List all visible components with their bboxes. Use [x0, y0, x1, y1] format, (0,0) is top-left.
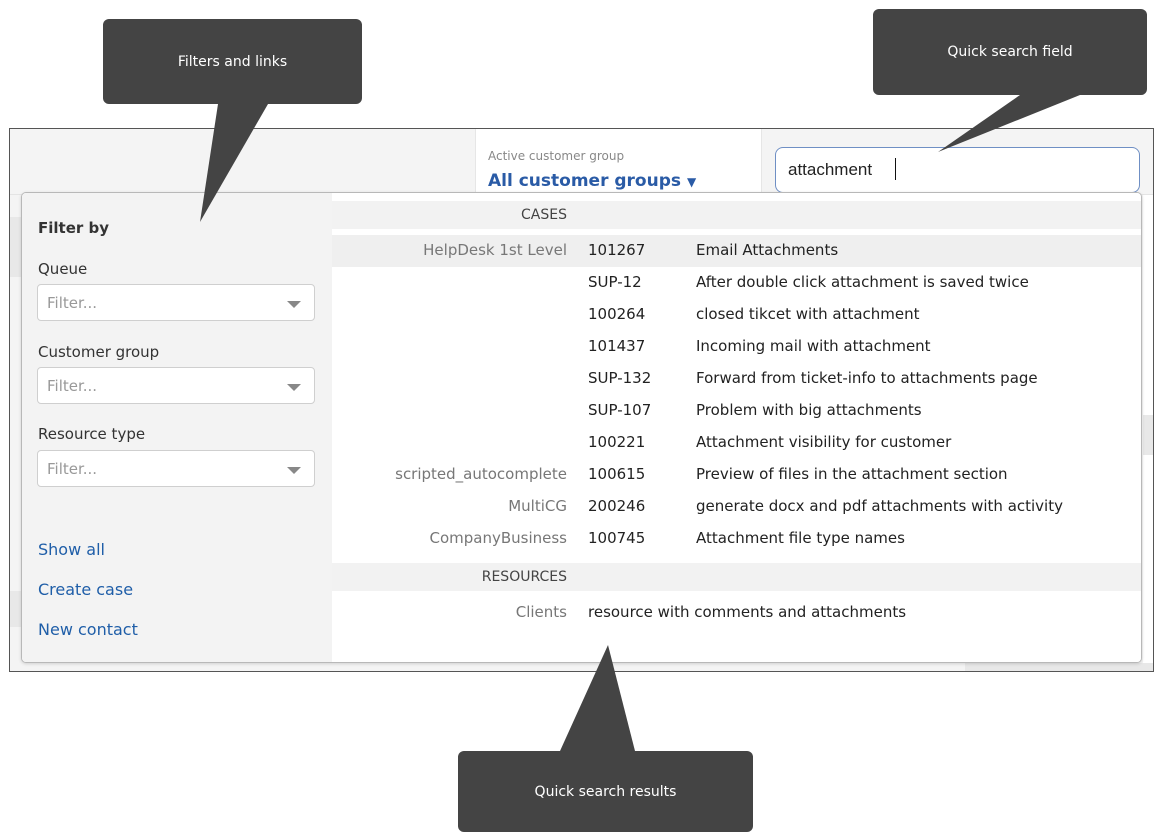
resources-section-header: RESOURCES	[332, 563, 1141, 591]
resources-header-label: RESOURCES	[481, 569, 567, 585]
result-title: Problem with big attachments	[696, 401, 922, 419]
resource-type-filter-select[interactable]: Filter...	[37, 450, 315, 487]
result-title: Email Attachments	[696, 241, 839, 259]
new-contact-link[interactable]: New contact	[38, 620, 138, 639]
result-row[interactable]: scripted_autocomplete 100615 Preview of …	[332, 459, 1141, 491]
filters-callout-text: Filters and links	[177, 53, 288, 70]
result-id: SUP-12	[588, 273, 642, 291]
resource-type-label: Resource type	[38, 425, 146, 443]
search-callout-text: Quick search field	[947, 44, 1073, 60]
chevron-down-icon[interactable]	[287, 467, 301, 474]
result-id: SUP-107	[588, 401, 652, 419]
chevron-down-icon[interactable]	[287, 384, 301, 391]
result-queue: MultiCG	[508, 497, 567, 515]
result-id: 100745	[588, 529, 646, 547]
result-id: SUP-132	[588, 369, 652, 387]
result-row[interactable]: SUP-132 Forward from ticket-info to atta…	[332, 363, 1141, 395]
result-title: Attachment visibility for customer	[696, 433, 952, 451]
result-row[interactable]: CompanyBusiness 100745 Attachment file t…	[332, 523, 1141, 555]
resource-type: Clients	[515, 603, 567, 621]
cases-header-label: CASES	[521, 207, 567, 223]
customer-group-selector[interactable]: Active customer group All customer group…	[475, 129, 762, 195]
chevron-down-icon[interactable]	[287, 301, 301, 308]
chevron-down-icon[interactable]: ▼	[687, 175, 696, 189]
text-cursor	[895, 158, 896, 180]
queue-label: Queue	[38, 260, 88, 278]
result-id: 100615	[588, 465, 646, 483]
result-title: closed tikcet with attachment	[696, 305, 920, 323]
result-id: 101437	[588, 337, 646, 355]
result-title: Attachment file type names	[696, 529, 905, 547]
customer-group-filter-select[interactable]: Filter...	[37, 367, 315, 404]
result-row[interactable]: 100264 closed tikcet with attachment	[332, 299, 1141, 331]
result-title: generate docx and pdf attachments with a…	[696, 497, 1063, 515]
customer-group-label: Active customer group	[488, 149, 625, 163]
resource-type-filter-placeholder: Filter...	[47, 460, 98, 478]
result-id: 101267	[588, 241, 646, 259]
result-queue: scripted_autocomplete	[395, 465, 567, 483]
customer-group-filter-placeholder: Filter...	[47, 377, 98, 395]
create-case-link[interactable]: Create case	[38, 580, 133, 599]
background-row	[965, 663, 1153, 671]
search-results: CASES HelpDesk 1st Level 101267 Email At…	[332, 193, 1141, 662]
filter-title: Filter by	[38, 219, 110, 237]
result-id: 200246	[588, 497, 646, 515]
result-queue: CompanyBusiness	[429, 529, 567, 547]
result-title: Forward from ticket-info to attachments …	[696, 369, 1038, 387]
result-row[interactable]: HelpDesk 1st Level 101267 Email Attachme…	[332, 235, 1141, 267]
filter-panel: Filter by Queue Filter... Customer group…	[22, 193, 332, 662]
result-row[interactable]: SUP-107 Problem with big attachments	[332, 395, 1141, 427]
result-title: After double click attachment is saved t…	[696, 273, 1029, 291]
queue-filter-select[interactable]: Filter...	[37, 284, 315, 321]
result-id: 100264	[588, 305, 646, 323]
customer-group-value[interactable]: All customer groups ▼	[488, 171, 696, 191]
show-all-link[interactable]: Show all	[38, 540, 105, 559]
results-callout: Quick search results	[458, 751, 753, 832]
customer-group-filter-label: Customer group	[38, 343, 160, 361]
search-callout: Quick search field	[873, 9, 1147, 95]
result-queue: HelpDesk 1st Level	[423, 241, 567, 259]
quick-search-input[interactable]	[775, 147, 1140, 193]
result-row[interactable]: SUP-12 After double click attachment is …	[332, 267, 1141, 299]
filters-callout: Filters and links	[103, 19, 362, 104]
results-callout-text: Quick search results	[534, 783, 677, 800]
quick-search-popup: Filter by Queue Filter... Customer group…	[21, 192, 1142, 663]
result-title: Preview of files in the attachment secti…	[696, 465, 1008, 483]
customer-group-value-text: All customer groups	[488, 171, 682, 191]
result-id: 100221	[588, 433, 646, 451]
cases-section-header: CASES	[332, 201, 1141, 229]
resource-row[interactable]: Clients resource with comments and attac…	[332, 597, 1141, 629]
background-row	[1143, 415, 1153, 455]
result-title: Incoming mail with attachment	[696, 337, 931, 355]
resource-title: resource with comments and attachments	[588, 603, 907, 621]
app-window: Active customer group All customer group…	[9, 128, 1154, 672]
result-row[interactable]: 101437 Incoming mail with attachment	[332, 331, 1141, 363]
result-row[interactable]: 100221 Attachment visibility for custome…	[332, 427, 1141, 459]
queue-filter-placeholder: Filter...	[47, 294, 98, 312]
result-row[interactable]: MultiCG 200246 generate docx and pdf att…	[332, 491, 1141, 523]
